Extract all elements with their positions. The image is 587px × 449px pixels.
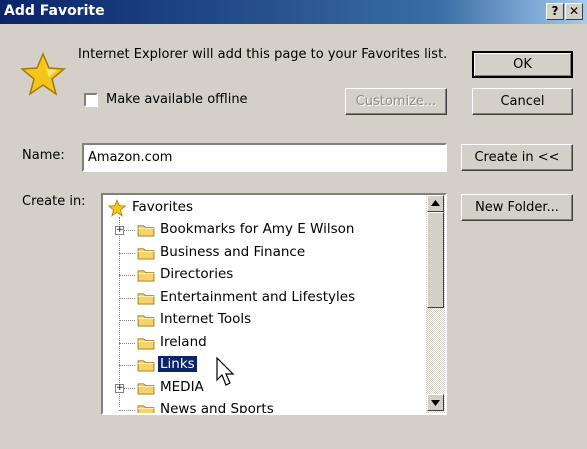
ok-button[interactable]: OK bbox=[472, 51, 573, 78]
offline-label[interactable]: Make available offline bbox=[106, 92, 248, 107]
folder-tree[interactable]: Favorites + Bookmarks for Amy E Wilson Bus… bbox=[101, 193, 447, 415]
tree-item-label: MEDIA bbox=[160, 378, 204, 395]
folder-icon bbox=[137, 382, 155, 395]
folder-icon bbox=[137, 405, 155, 413]
help-button[interactable]: ? bbox=[546, 3, 564, 20]
tree-item[interactable]: Ireland bbox=[103, 332, 423, 354]
folder-icon bbox=[137, 292, 155, 305]
tree-item-label: Bookmarks for Amy E Wilson bbox=[160, 221, 355, 237]
folder-icon bbox=[137, 360, 155, 372]
tree-item-label: News and Sports bbox=[160, 401, 274, 415]
tree-item[interactable]: + Bookmarks for Amy E Wilson bbox=[103, 219, 423, 241]
scroll-down-button[interactable] bbox=[427, 394, 444, 411]
tree-item[interactable]: News and Sports bbox=[103, 399, 423, 415]
add-favorite-dialog: Add Favorite ? ✕ Internet Explorer will … bbox=[0, 0, 587, 449]
new-folder-button[interactable]: New Folder... bbox=[461, 194, 573, 221]
tree-connector bbox=[119, 365, 135, 366]
close-button[interactable]: ✕ bbox=[565, 3, 583, 20]
name-label: Name: bbox=[22, 148, 65, 163]
tree-item-label: Links bbox=[158, 356, 197, 372]
create-in-button[interactable]: Create in << bbox=[461, 144, 573, 171]
tree-connector bbox=[119, 252, 135, 254]
folder-icon bbox=[137, 247, 155, 260]
expand-icon[interactable]: + bbox=[115, 226, 124, 235]
tree-connector bbox=[119, 320, 135, 321]
tree-item[interactable]: Business and Finance bbox=[103, 242, 423, 264]
customize-button[interactable]: Customize... bbox=[345, 88, 447, 115]
expand-icon[interactable]: + bbox=[115, 383, 124, 393]
tree-connector bbox=[119, 410, 135, 411]
tree-root-favorites[interactable]: Favorites bbox=[103, 197, 423, 219]
tree-connector bbox=[119, 275, 135, 276]
tree-item-label: Ireland bbox=[160, 333, 207, 350]
folder-icon bbox=[137, 337, 155, 350]
cancel-button[interactable]: Cancel bbox=[472, 88, 573, 115]
tree-item-label: Internet Tools bbox=[160, 311, 252, 327]
tree-item-label: Directories bbox=[160, 266, 234, 282]
star-icon bbox=[108, 199, 126, 217]
title-bar[interactable]: Add Favorite ? ✕ bbox=[0, 0, 587, 24]
tree-connector bbox=[119, 342, 135, 344]
tree-item-label: Business and Finance bbox=[160, 243, 306, 260]
folder-icon bbox=[137, 225, 155, 237]
tree-connector bbox=[119, 297, 135, 299]
offline-checkbox[interactable] bbox=[84, 93, 98, 107]
tree-item[interactable]: Entertainment and Lifestyles bbox=[103, 287, 423, 309]
tree-root-label: Favorites bbox=[132, 199, 193, 215]
tree-item[interactable]: Links bbox=[103, 354, 423, 376]
folder-icon bbox=[137, 270, 155, 282]
scroll-thumb[interactable] bbox=[427, 212, 444, 308]
scroll-up-button[interactable] bbox=[427, 195, 444, 212]
tree-item[interactable]: + MEDIA bbox=[103, 377, 423, 399]
create-in-label: Create in: bbox=[22, 194, 86, 209]
star-icon bbox=[20, 52, 66, 96]
folder-icon bbox=[137, 315, 155, 327]
tree-item[interactable]: Internet Tools bbox=[103, 309, 423, 331]
mouse-pointer-icon bbox=[216, 357, 235, 386]
tree-item[interactable]: Directories bbox=[103, 264, 423, 286]
name-field-value[interactable]: Amazon.com bbox=[88, 150, 172, 165]
info-message: Internet Explorer will add this page to … bbox=[78, 47, 448, 62]
tree-scrollbar[interactable] bbox=[426, 195, 445, 413]
window-title: Add Favorite bbox=[4, 3, 105, 19]
tree-item-label: Entertainment and Lifestyles bbox=[160, 288, 356, 305]
name-field[interactable]: Amazon.com bbox=[82, 143, 447, 172]
